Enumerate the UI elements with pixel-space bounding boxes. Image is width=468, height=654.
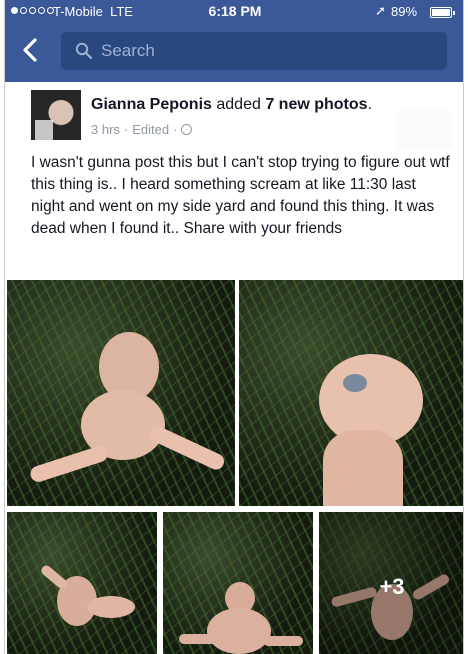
top-bar: T-Mobile LTE 6:18 PM ➚ 89% Search xyxy=(5,0,463,82)
location-arrow-icon: ➚ xyxy=(375,3,386,18)
app-frame: T-Mobile LTE 6:18 PM ➚ 89% Search Gianna… xyxy=(4,0,464,654)
post-photo-3[interactable] xyxy=(7,512,157,654)
avatar[interactable] xyxy=(31,90,81,140)
post-photo-5[interactable]: +3 xyxy=(319,512,463,654)
search-placeholder: Search xyxy=(101,41,155,60)
photo-count-link[interactable]: 7 new photos xyxy=(265,96,367,113)
navigation-bar: Search xyxy=(5,28,463,74)
post-photo-4[interactable] xyxy=(163,512,313,654)
post-action: added xyxy=(216,96,261,113)
post-timestamp[interactable]: 3 hrs xyxy=(91,122,120,137)
edited-label[interactable]: Edited xyxy=(132,122,169,137)
search-input[interactable]: Search xyxy=(61,32,447,70)
post-options-area[interactable] xyxy=(397,110,453,150)
post-text: I wasn't gunna post this but I can't sto… xyxy=(31,154,450,237)
battery-icon xyxy=(430,7,455,18)
post-photo-1[interactable] xyxy=(7,280,235,506)
search-icon xyxy=(75,42,93,60)
globe-icon xyxy=(181,124,193,135)
back-arrow-icon[interactable] xyxy=(17,36,45,64)
author-name[interactable]: Gianna Peponis xyxy=(91,96,212,113)
more-photos-count: +3 xyxy=(379,574,405,599)
battery-percent: 89% xyxy=(391,4,418,19)
status-bar: T-Mobile LTE 6:18 PM ➚ 89% xyxy=(5,0,463,24)
post-photo-2[interactable] xyxy=(239,280,463,506)
post-header: Gianna Peponis added 7 new photos. xyxy=(91,96,373,113)
post-meta: 3 hrs · Edited · xyxy=(91,122,193,137)
